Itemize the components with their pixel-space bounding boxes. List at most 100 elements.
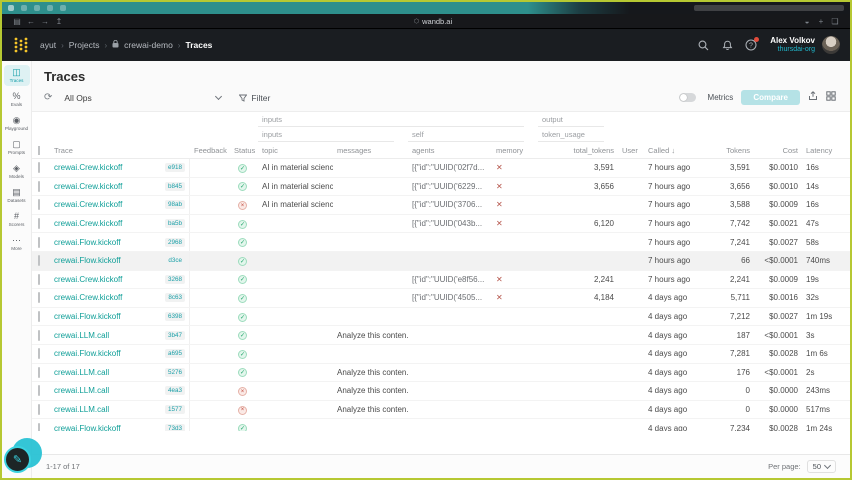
help-icon[interactable]: ? (742, 36, 760, 54)
sidebar-toggle-icon[interactable]: ▤ (10, 17, 24, 26)
table-row[interactable]: crewai.Flow.kickoff 73d3 ✓ 4 days ago 7,234 $… (32, 419, 850, 431)
trace-link[interactable]: crewai.Crew.kickoff (54, 163, 122, 172)
datasets-icon: ▤ (12, 187, 21, 197)
table-row[interactable]: crewai.Crew.kickoff 98ab × AI in material s… (32, 196, 850, 215)
share-icon[interactable]: ↥ (52, 17, 66, 26)
row-checkbox[interactable] (38, 422, 40, 431)
trace-link[interactable]: crewai.Crew.kickoff (54, 182, 122, 191)
trace-link[interactable]: crewai.Flow.kickoff (54, 312, 121, 321)
row-checkbox[interactable] (38, 311, 40, 323)
export-icon[interactable] (808, 91, 818, 104)
table-row[interactable]: crewai.LLM.call 1577 × Analyze this conten.… (32, 400, 850, 420)
table-row[interactable]: crewai.Crew.kickoff b845 ✓ AI in material s… (32, 177, 850, 197)
table-row[interactable]: crewai.LLM.call 4ea3 × Analyze this conten.… (32, 382, 850, 401)
sidebar-item-playground[interactable]: ◉ Playground (4, 113, 30, 134)
filter-button[interactable]: Filter (233, 91, 276, 105)
table-row[interactable]: crewai.LLM.call 3b47 ✓ Analyze this conten.… (32, 326, 850, 345)
table-row[interactable]: crewai.LLM.call 5276 ✓ Analyze this conten.… (32, 363, 850, 383)
new-tab-icon[interactable]: + (814, 17, 828, 26)
column-header-cost[interactable]: Cost (754, 146, 802, 155)
shield-icon[interactable]: ◒ (800, 17, 814, 26)
column-header-tokens[interactable]: Tokens (708, 146, 754, 155)
sidebar-item-scorers[interactable]: # Scorers (4, 209, 30, 230)
row-checkbox[interactable] (38, 292, 40, 304)
table-row[interactable]: crewai.Flow.kickoff 6398 ✓ 4 days ago 7,212 $… (32, 307, 850, 327)
row-checkbox[interactable] (38, 162, 40, 174)
trace-link[interactable]: crewai.LLM.call (54, 386, 109, 395)
column-header-topic[interactable]: topic (258, 146, 333, 155)
forward-icon[interactable]: → (38, 17, 52, 26)
table-row[interactable]: crewai.Crew.kickoff e918 ✓ AI in material s… (32, 159, 850, 178)
column-header-user[interactable]: User (618, 146, 644, 155)
breadcrumb-projects[interactable]: Projects (69, 40, 100, 50)
ops-selector[interactable]: All Ops (60, 91, 225, 105)
table-row[interactable]: crewai.Crew.kickoff 8c63 ✓ [{"id":"UUID('45… (32, 289, 850, 308)
trace-link[interactable]: crewai.Flow.kickoff (54, 349, 121, 358)
sidebar-item-label: Playground (4, 126, 29, 131)
row-checkbox-cell (32, 218, 50, 230)
trace-link[interactable]: crewai.Flow.kickoff (54, 256, 121, 265)
table-row[interactable]: crewai.Crew.kickoff 3268 ✓ [{"id":"UUID('e8… (32, 270, 850, 290)
breadcrumb-user[interactable]: ayut (40, 40, 56, 50)
row-checkbox[interactable] (38, 385, 40, 397)
trace-link[interactable]: crewai.Crew.kickoff (54, 293, 122, 302)
row-checkbox[interactable] (38, 404, 40, 416)
table-row[interactable]: crewai.Flow.kickoff a695 ✓ 4 days ago 7,281 $… (32, 344, 850, 364)
row-checkbox[interactable] (38, 218, 40, 230)
column-header-total-tokens[interactable]: total_tokens (538, 146, 618, 155)
trace-link[interactable]: crewai.LLM.call (54, 331, 109, 340)
table-row[interactable]: crewai.Flow.kickoff 2968 ✓ 7 hours ago 7,241… (32, 233, 850, 252)
row-checkbox[interactable] (38, 329, 40, 341)
pencil-icon[interactable]: ✎ (4, 446, 31, 473)
apple-menu-icon[interactable] (8, 5, 14, 11)
trace-link[interactable]: crewai.Crew.kickoff (54, 200, 122, 209)
back-icon[interactable]: ← (24, 17, 38, 26)
trace-link[interactable]: crewai.Flow.kickoff (54, 238, 121, 247)
sidebar-item-more[interactable]: ⋯ More (4, 233, 30, 254)
row-checkbox[interactable] (38, 366, 40, 378)
user-avatar[interactable] (822, 36, 840, 54)
breadcrumb-project[interactable]: crewai-demo (124, 40, 173, 50)
refresh-icon[interactable]: ⟳ (44, 92, 52, 103)
trace-link[interactable]: crewai.Crew.kickoff (54, 275, 122, 284)
sidebar-item-prompts[interactable]: ▢ Prompts (4, 137, 30, 158)
trace-link[interactable]: crewai.LLM.call (54, 405, 109, 414)
annotation-widget[interactable]: ✎ (4, 438, 44, 474)
notifications-bell-icon[interactable] (718, 36, 736, 54)
select-all-checkbox[interactable] (38, 145, 40, 155)
trace-link[interactable]: crewai.LLM.call (54, 368, 109, 377)
user-block[interactable]: Alex Volkov thursdai-org (770, 36, 815, 53)
column-settings-icon[interactable] (826, 91, 836, 104)
row-checkbox[interactable] (38, 348, 40, 360)
sidebar-item-datasets[interactable]: ▤ Datasets (4, 185, 30, 206)
metrics-toggle[interactable] (678, 93, 696, 102)
column-header-status[interactable]: Status (230, 146, 258, 155)
row-checkbox[interactable] (38, 273, 40, 285)
column-header-called[interactable]: Called ↓ (644, 146, 708, 155)
table-row[interactable]: crewai.Crew.kickoff ba5b ✓ [{"id":"UUID('04… (32, 214, 850, 234)
column-header-agents[interactable]: agents (408, 146, 492, 155)
trace-link[interactable]: crewai.Crew.kickoff (54, 219, 122, 228)
sidebar-item-traces[interactable]: ◫ Traces (3, 65, 30, 86)
sidebar-item-label: Evals (10, 102, 23, 107)
row-checkbox[interactable] (38, 236, 40, 248)
tabs-icon[interactable]: ❏ (828, 17, 842, 26)
column-header-memory[interactable]: memory (492, 146, 538, 155)
compare-button[interactable]: Compare (741, 90, 800, 105)
row-checkbox[interactable] (38, 180, 40, 192)
column-header-trace[interactable]: Trace (50, 146, 190, 155)
address-bar[interactable]: ⬡ wandb.ai (66, 17, 800, 26)
column-header-messages[interactable]: messages (333, 146, 408, 155)
sidebar-item-models[interactable]: ◈ Models (4, 161, 30, 182)
trace-link[interactable]: crewai.Flow.kickoff (54, 424, 121, 431)
per-page-select[interactable]: 50 (806, 460, 836, 473)
row-checkbox[interactable] (38, 255, 40, 267)
sidebar-item-evals[interactable]: % Evals (4, 89, 30, 110)
trace-cell: crewai.Flow.kickoff d3ce (50, 251, 190, 270)
search-icon[interactable] (694, 36, 712, 54)
table-row[interactable]: crewai.Flow.kickoff d3ce ✓ 7 hours ago 66 <$0… (32, 251, 850, 271)
column-header-feedback[interactable]: Feedback (190, 146, 230, 155)
column-header-latency[interactable]: Latency (802, 146, 850, 155)
wandb-logo[interactable] (12, 36, 30, 54)
row-checkbox[interactable] (38, 199, 40, 211)
